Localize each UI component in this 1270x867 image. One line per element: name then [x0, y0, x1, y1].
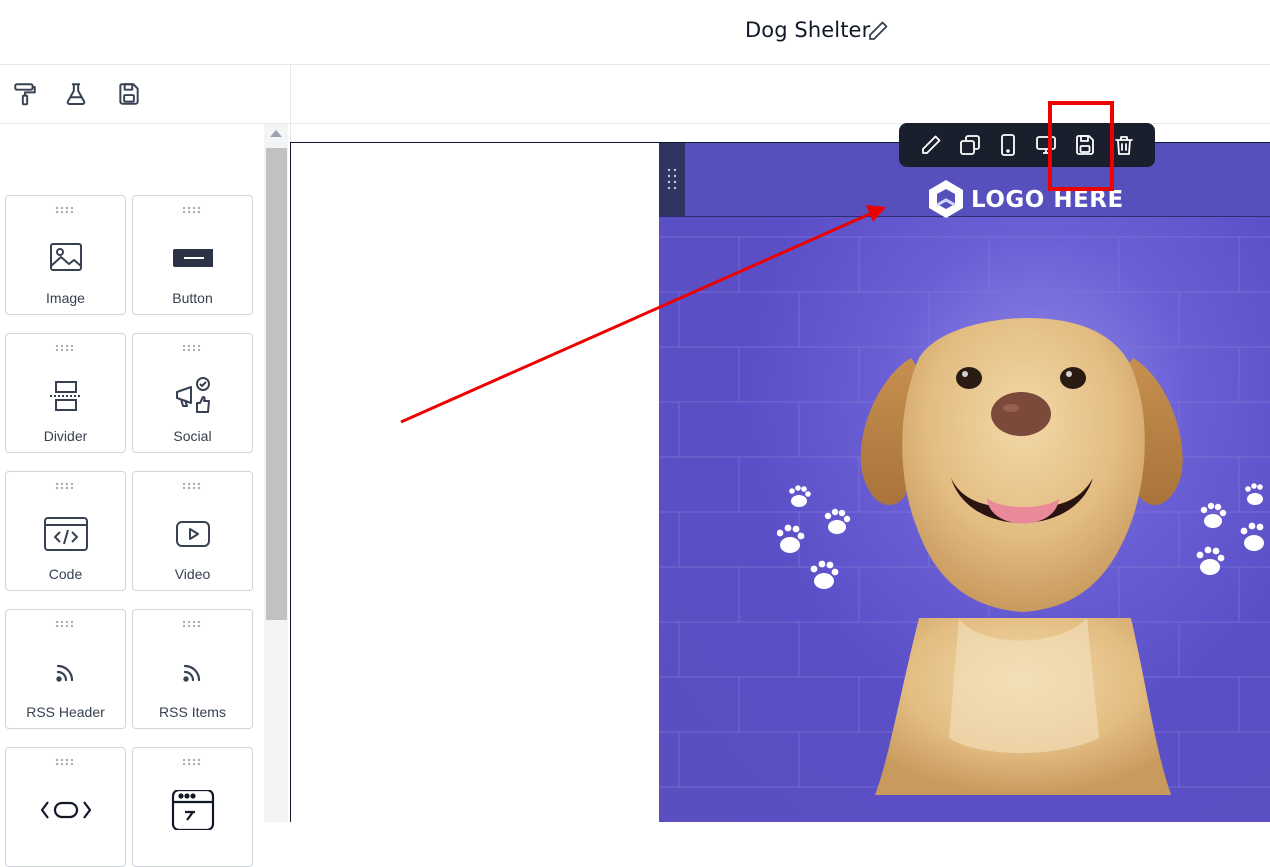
- block-custom-html[interactable]: [5, 747, 126, 867]
- drag-grip-icon: [182, 344, 200, 352]
- block-image[interactable]: Image: [5, 195, 126, 315]
- row-drag-handle[interactable]: [659, 143, 685, 216]
- button-icon: [172, 249, 213, 267]
- page-title[interactable]: Dog Shelter: [745, 18, 870, 42]
- video-icon: [175, 521, 210, 547]
- paw-prints-right: [1196, 483, 1264, 575]
- edit-icon[interactable]: [919, 133, 943, 157]
- block-label: RSS Items: [159, 704, 226, 720]
- drag-grip-icon: [182, 206, 200, 214]
- block-label: Button: [172, 290, 213, 306]
- block-rss-header[interactable]: RSS Header: [5, 609, 126, 729]
- top-bar: Dog Shelter: [0, 0, 1270, 65]
- block-video[interactable]: Video: [132, 471, 253, 591]
- block-rss-items[interactable]: RSS Items: [132, 609, 253, 729]
- divider-icon: [49, 381, 82, 411]
- drag-grip-icon: [55, 758, 73, 766]
- paw-prints-left: [777, 485, 851, 589]
- block-action-toolbar: [899, 123, 1155, 167]
- block-label: Social: [173, 428, 212, 444]
- pencil-icon[interactable]: [866, 19, 890, 43]
- logo-text: LOGO HERE: [971, 187, 1124, 213]
- block-label: Divider: [43, 428, 88, 444]
- scroll-up-arrow-icon[interactable]: [270, 130, 282, 137]
- social-icon: [175, 377, 210, 413]
- block-button[interactable]: Button: [132, 195, 253, 315]
- trash-icon[interactable]: [1112, 133, 1136, 157]
- drag-grip-icon: [182, 620, 200, 628]
- canvas-border: [290, 142, 291, 822]
- save-icon[interactable]: [116, 81, 142, 107]
- custom-html-icon: [40, 801, 91, 819]
- embed-icon: [171, 790, 214, 830]
- rss-icon: [55, 664, 73, 682]
- logo-hexagon-icon: [929, 180, 963, 218]
- block-label: Code: [48, 566, 83, 582]
- drag-grip-icon: [182, 482, 200, 490]
- flask-icon[interactable]: [63, 81, 89, 107]
- editor-toolbar: [0, 65, 291, 124]
- duplicate-icon[interactable]: [958, 133, 982, 157]
- drag-grip-icon: [182, 758, 200, 766]
- block-label: Image: [46, 290, 85, 306]
- scrollbar-thumb[interactable]: [266, 148, 287, 620]
- image-icon: [49, 243, 82, 271]
- paint-roller-icon[interactable]: [12, 81, 38, 107]
- block-embed[interactable]: [132, 747, 253, 867]
- dog-image[interactable]: [859, 318, 1185, 795]
- save-icon[interactable]: [1073, 133, 1097, 157]
- drag-grip-icon: [55, 206, 73, 214]
- canvas-toolbar-area: [291, 65, 1270, 124]
- block-code[interactable]: Code: [5, 471, 126, 591]
- drag-grip-icon: [55, 620, 73, 628]
- block-label: Video: [174, 566, 211, 582]
- block-social[interactable]: Social: [132, 333, 253, 453]
- desktop-icon[interactable]: [1034, 133, 1058, 157]
- mobile-icon[interactable]: [996, 133, 1020, 157]
- drag-grip-icon: [667, 168, 677, 190]
- drag-grip-icon: [55, 344, 73, 352]
- code-icon: [43, 517, 88, 551]
- block-label: RSS Header: [26, 704, 105, 720]
- drag-grip-icon: [55, 482, 73, 490]
- block-divider[interactable]: Divider: [5, 333, 126, 453]
- rss-icon: [182, 664, 200, 682]
